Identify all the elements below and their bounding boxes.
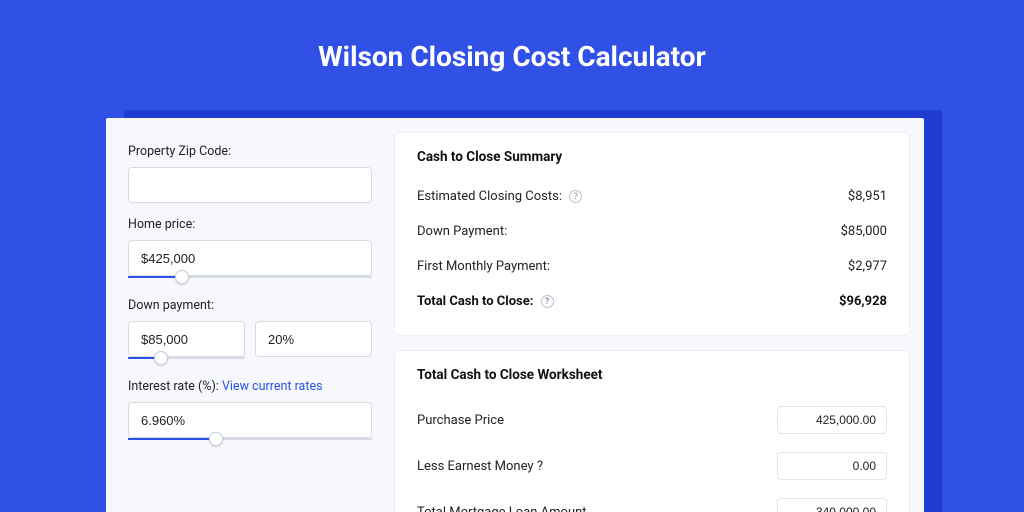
worksheet-panel: Total Cash to Close Worksheet Purchase P… [394, 350, 910, 512]
zip-input[interactable] [128, 167, 372, 203]
help-icon[interactable]: ? [537, 459, 543, 474]
worksheet-input-mortgage-amount[interactable] [777, 498, 887, 512]
summary-row-down-payment: Down Payment: $85,000 [417, 214, 887, 249]
summary-row-first-monthly: First Monthly Payment: $2,977 [417, 249, 887, 284]
help-icon[interactable]: ? [541, 295, 554, 308]
inputs-panel: Property Zip Code: Home price: Down paym… [120, 132, 380, 512]
summary-value: $85,000 [841, 224, 887, 239]
help-icon[interactable]: ? [569, 190, 582, 203]
summary-panel: Cash to Close Summary Estimated Closing … [394, 132, 910, 336]
view-rates-link[interactable]: View current rates [222, 379, 323, 394]
down-payment-slider-thumb[interactable] [154, 351, 168, 365]
zip-label: Property Zip Code: [128, 144, 372, 159]
down-payment-pct-input[interactable] [255, 321, 372, 357]
down-payment-input[interactable] [128, 321, 245, 357]
interest-rate-label: Interest rate (%): View current rates [128, 379, 372, 394]
home-price-label: Home price: [128, 217, 372, 232]
summary-value: $2,977 [848, 259, 887, 274]
interest-rate-input[interactable] [128, 402, 372, 438]
summary-value: $8,951 [848, 189, 887, 204]
summary-total-value: $96,928 [839, 294, 887, 309]
summary-total-label: Total Cash to Close: [417, 294, 533, 309]
interest-rate-slider-thumb[interactable] [209, 432, 223, 446]
home-price-slider-thumb[interactable] [175, 270, 189, 284]
summary-label: First Monthly Payment: [417, 259, 550, 274]
summary-row-closing-costs: Estimated Closing Costs: ? $8,951 [417, 179, 887, 214]
worksheet-label: Purchase Price [417, 413, 504, 428]
worksheet-row-mortgage-amount: Total Mortgage Loan Amount [417, 489, 887, 512]
summary-label: Down Payment: [417, 224, 507, 239]
worksheet-row-purchase-price: Purchase Price [417, 397, 887, 443]
page-title: Wilson Closing Cost Calculator [0, 0, 1024, 101]
worksheet-row-earnest-money: Less Earnest Money ? [417, 443, 887, 489]
summary-row-total: Total Cash to Close: ? $96,928 [417, 284, 887, 319]
worksheet-input-purchase-price[interactable] [777, 406, 887, 434]
worksheet-input-earnest-money[interactable] [777, 452, 887, 480]
home-price-input[interactable] [128, 240, 372, 276]
calculator-card: Property Zip Code: Home price: Down paym… [106, 118, 924, 512]
summary-heading: Cash to Close Summary [417, 149, 887, 165]
summary-label: Estimated Closing Costs: [417, 189, 562, 204]
down-payment-label: Down payment: [128, 298, 372, 313]
worksheet-label: Total Mortgage Loan Amount [417, 505, 587, 512]
worksheet-heading: Total Cash to Close Worksheet [417, 367, 887, 383]
worksheet-label: Less Earnest Money [417, 459, 534, 474]
